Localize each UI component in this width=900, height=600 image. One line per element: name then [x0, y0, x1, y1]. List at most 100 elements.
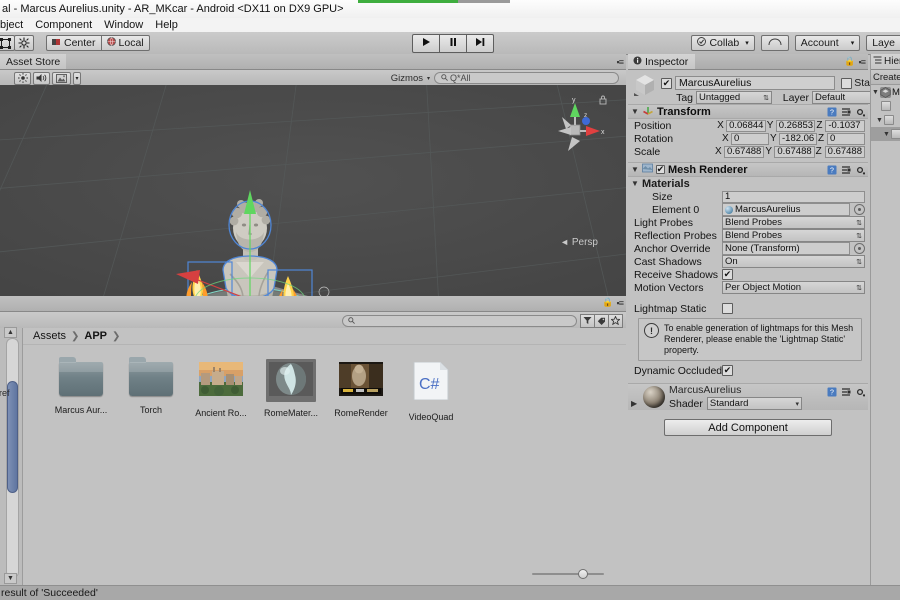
lighting-icon[interactable] [14, 72, 31, 85]
material-header[interactable]: ▶ MarcusAurelius Shader Standard ▾ ? [628, 383, 868, 410]
preset-icon[interactable] [840, 386, 851, 397]
hierarchy-row-child-1[interactable] [871, 99, 900, 113]
cast-shadows-dropdown[interactable]: On ⇅ [722, 255, 865, 268]
menu-item-gameobject[interactable]: bject [0, 19, 29, 31]
asset-item-ancient-rome[interactable]: Ancient Ro... [193, 359, 249, 422]
position-x-field[interactable]: 0.06844 [726, 120, 766, 132]
light-probes-dropdown[interactable]: Blend Probes ⇅ [722, 216, 865, 229]
project-scrollbar[interactable] [6, 338, 19, 578]
component-header-mesh-renderer[interactable]: ▼ Mesh Renderer ? [628, 162, 868, 177]
chevron-down-icon[interactable]: ▾ [427, 75, 430, 82]
transform-tool-button[interactable] [14, 35, 34, 51]
materials-foldout[interactable]: ▼ Materials [628, 177, 868, 190]
foldout-arrow-icon[interactable]: ▶ [631, 399, 639, 410]
help-icon[interactable]: ? [826, 106, 837, 117]
static-checkbox[interactable] [841, 78, 852, 89]
reflection-probes-dropdown[interactable]: Blend Probes ⇅ [722, 229, 865, 242]
position-z-field[interactable]: -0.1037 [825, 120, 865, 132]
materials-element0-field[interactable]: MarcusAurelius [722, 203, 850, 216]
status-bar[interactable]: result of 'Succeeded' [0, 585, 900, 600]
space-mode-button[interactable]: Local [102, 35, 150, 51]
create-button[interactable]: Create [873, 72, 900, 83]
menu-item-component[interactable]: Component [29, 19, 98, 31]
dynamic-occluded-checkbox[interactable] [722, 365, 733, 376]
object-name-field[interactable]: MarcusAurelius [675, 76, 835, 90]
projection-mode-label[interactable]: ◄ Persp [560, 237, 598, 248]
asset-item-video-quad[interactable]: C# VideoQuad [403, 359, 459, 422]
lock-icon[interactable]: 🔒 [844, 56, 855, 67]
object-enabled-checkbox[interactable] [661, 78, 672, 89]
scale-z-field[interactable]: 0.67488 [825, 146, 865, 158]
foldout-arrow-icon[interactable]: ▼ [631, 165, 639, 174]
preset-icon[interactable] [840, 164, 851, 175]
project-tree-pane[interactable]: ▲ ▼ ref [0, 328, 23, 586]
panel-menu-icon[interactable]: ▪≡ [617, 57, 626, 67]
scene-search-input[interactable]: Q*All [434, 72, 619, 84]
position-y-field[interactable]: 0.26853 [776, 120, 816, 132]
asset-zoom-slider[interactable] [532, 568, 604, 580]
help-icon[interactable]: ? [826, 164, 837, 175]
gizmos-label[interactable]: Gizmos [391, 73, 423, 84]
gear-icon[interactable] [854, 164, 865, 175]
tab-inspector[interactable]: Inspector [628, 54, 695, 69]
rotation-z-field[interactable]: 0 [827, 133, 865, 145]
anchor-override-field[interactable]: None (Transform) [722, 242, 850, 255]
lock-icon[interactable]: 🔒 [602, 297, 613, 308]
foldout-arrow-icon[interactable]: ▼ [631, 107, 639, 116]
menu-item-window[interactable]: Window [98, 19, 149, 31]
asset-item-torch[interactable]: Torch [123, 359, 179, 422]
help-icon[interactable]: ? [826, 386, 837, 397]
menu-item-help[interactable]: Help [149, 19, 184, 31]
gear-icon[interactable] [854, 106, 865, 117]
add-component-button[interactable]: Add Component [664, 419, 832, 436]
scene-view[interactable]: y x z ◄ Persp [0, 85, 626, 296]
cloud-button[interactable] [761, 35, 789, 51]
motion-vectors-dropdown[interactable]: Per Object Motion ⇅ [722, 281, 865, 294]
rotation-x-field[interactable]: 0 [731, 133, 769, 145]
audio-icon[interactable] [33, 72, 50, 85]
lightmap-static-checkbox[interactable] [722, 303, 733, 314]
breadcrumb-item-app[interactable]: APP [84, 330, 107, 342]
scroll-up-button[interactable]: ▲ [4, 327, 17, 338]
asset-item-rome-material[interactable]: RomeMater... [263, 359, 319, 422]
panel-menu-icon[interactable]: ▪≡ [859, 57, 865, 67]
receive-shadows-checkbox[interactable] [722, 269, 733, 280]
effects-dropdown-icon[interactable]: ▾ [73, 72, 81, 85]
object-picker-icon[interactable] [854, 204, 865, 215]
scene-orientation-gizmo[interactable]: y x z [538, 95, 608, 165]
breadcrumb-item-assets[interactable]: Assets [33, 330, 66, 342]
foldout-arrow-icon[interactable]: ▼ [876, 117, 883, 124]
play-button[interactable] [412, 34, 440, 53]
zoom-slider-knob[interactable] [578, 569, 588, 579]
hierarchy-row-selected[interactable]: ▼ [871, 127, 900, 141]
asset-item-rome-render[interactable]: RomeRender [333, 359, 389, 422]
scale-x-field[interactable]: 0.67488 [724, 146, 764, 158]
tab-hierarchy[interactable]: Hiera [871, 54, 900, 70]
project-tree-item-prefab[interactable]: ref [0, 388, 10, 398]
tab-asset-store[interactable]: Asset Store [0, 54, 66, 69]
effects-icon[interactable] [52, 72, 71, 85]
materials-size-field[interactable]: 1 [722, 191, 865, 203]
step-button[interactable] [466, 34, 494, 53]
hierarchy-row-child-2[interactable]: ▼ [871, 113, 900, 127]
account-button[interactable]: Account ▾ [795, 35, 860, 51]
mesh-renderer-enabled-checkbox[interactable] [656, 165, 665, 174]
rotation-y-field[interactable]: -182.06 [779, 133, 817, 145]
foldout-arrow-icon[interactable]: ▼ [872, 89, 879, 96]
filter-icon[interactable] [580, 314, 595, 328]
foldout-arrow-icon[interactable]: ▼ [883, 131, 890, 138]
label-icon[interactable] [594, 314, 609, 328]
foldout-arrow-icon[interactable]: ▼ [631, 179, 639, 188]
scale-y-field[interactable]: 0.67488 [774, 146, 814, 158]
hierarchy-row-scene[interactable]: ▼ Ma [871, 85, 900, 99]
gear-icon[interactable] [854, 386, 865, 397]
tag-dropdown[interactable]: Untagged ⇅ [696, 91, 772, 104]
scene-object-marcus-aurelius[interactable] [140, 170, 360, 296]
pivot-mode-button[interactable]: Center [46, 35, 102, 51]
panel-menu-icon[interactable]: ▪≡ [617, 298, 623, 308]
favorite-star-icon[interactable] [608, 314, 623, 328]
scroll-down-button[interactable]: ▼ [4, 573, 17, 584]
object-picker-icon[interactable] [854, 243, 865, 254]
layers-button[interactable]: Laye [866, 35, 900, 51]
collab-button[interactable]: Collab ▾ [691, 35, 754, 51]
